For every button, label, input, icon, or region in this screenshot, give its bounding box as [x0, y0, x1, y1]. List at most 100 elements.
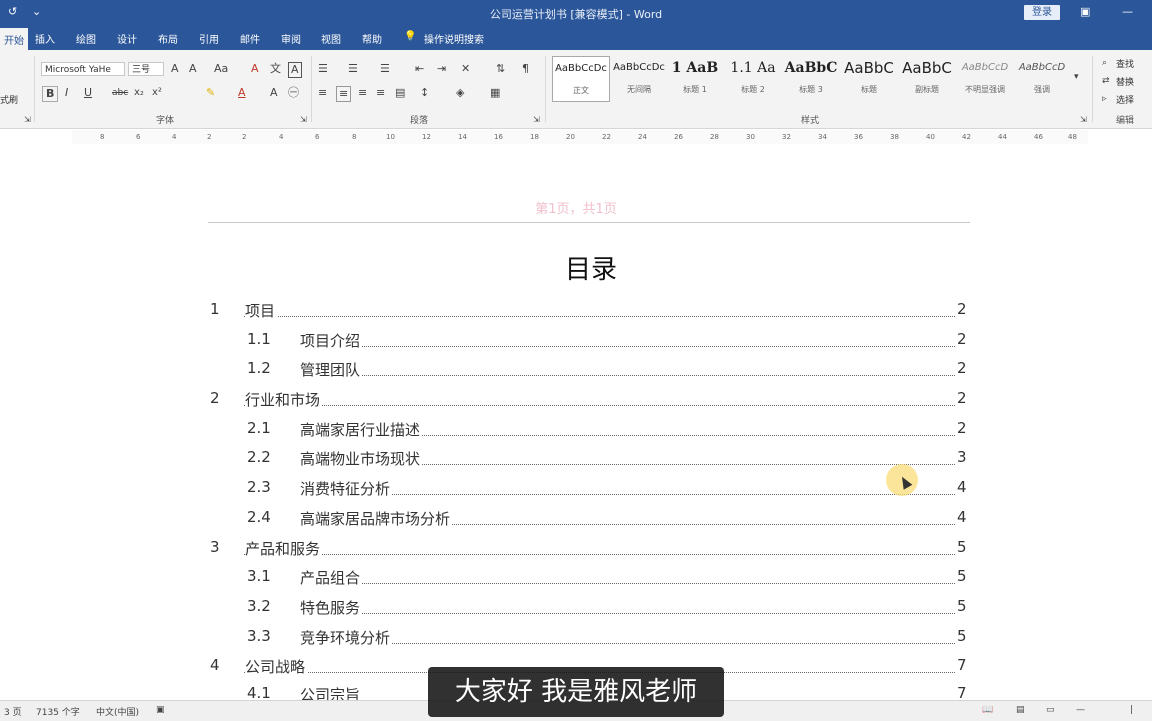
bullets-icon[interactable]: ☰ — [318, 62, 328, 76]
line-spacing-icon[interactable]: ↕ — [420, 86, 429, 100]
tab-draw[interactable]: 绘图 — [76, 31, 96, 46]
decrease-indent-icon[interactable]: ⇤ — [415, 62, 424, 76]
toc-entry[interactable]: 2.2 高端物业市场现状 3 — [0, 448, 1152, 472]
highlight-icon[interactable]: ✎ — [206, 86, 215, 100]
toc-entry[interactable]: 2 行业和市场 2 — [0, 389, 1152, 413]
style-tile-normal[interactable]: AaBbCcDc 正文 — [552, 56, 610, 102]
toc-entry[interactable]: 3.3 竞争环境分析 5 — [0, 627, 1152, 651]
tab-review[interactable]: 审阅 — [281, 31, 301, 46]
lightbulb-icon: 💡 — [404, 31, 417, 42]
ruler-tick: 6 — [315, 133, 320, 141]
enclose-characters-icon[interactable]: ㊀ — [288, 86, 299, 100]
superscript-button[interactable]: x² — [152, 86, 162, 100]
subscript-button[interactable]: x₂ — [134, 86, 144, 100]
style-tile-no-spacing[interactable]: AaBbCcDc 无间隔 — [611, 56, 667, 100]
tab-design[interactable]: 设计 — [117, 31, 137, 46]
distributed-icon[interactable]: ▤ — [395, 86, 405, 100]
shrink-font-icon[interactable]: A — [189, 62, 197, 76]
styles-launcher-icon[interactable]: ⇲ — [1080, 113, 1087, 127]
toc-entry[interactable]: 2.1 高端家居行业描述 2 — [0, 419, 1152, 443]
multilevel-list-icon[interactable]: ☰ — [380, 62, 390, 76]
language-indicator[interactable]: 中文(中国) — [96, 705, 139, 718]
underline-button[interactable]: U — [84, 86, 92, 100]
toc-title: 目录 — [564, 255, 617, 285]
font-launcher-icon[interactable]: ⇲ — [300, 113, 307, 127]
clipboard-launcher-icon[interactable]: ⇲ — [24, 113, 31, 127]
character-shading-icon[interactable]: A — [270, 86, 278, 100]
horizontal-ruler[interactable]: 8 6 4 2 2 4 6 8 10 12 14 16 18 20 22 24 … — [72, 130, 1088, 144]
toc-entry[interactable]: 1 项目 2 — [0, 300, 1152, 324]
font-color-icon[interactable]: A — [238, 86, 246, 100]
clear-formatting-icon[interactable]: A — [251, 62, 259, 76]
ribbon-display-icon[interactable]: ▣ — [1080, 5, 1090, 18]
styles-scroll-icon[interactable]: ▾ — [1074, 70, 1079, 84]
font-name-select[interactable]: Microsoft YaHe — [41, 62, 125, 76]
toc-entry[interactable]: 2.3 消费特征分析 4 — [0, 478, 1152, 502]
select-button[interactable]: 选择 — [1116, 93, 1134, 106]
tab-layout[interactable]: 布局 — [158, 31, 178, 46]
read-mode-icon[interactable]: 📖 — [982, 705, 993, 715]
web-layout-icon[interactable]: ▭ — [1046, 705, 1055, 715]
word-count[interactable]: 7135 个字 — [36, 705, 80, 718]
ruler-tick: 12 — [422, 133, 431, 141]
toc-entry[interactable]: 3.2 特色服务 5 — [0, 597, 1152, 621]
strikethrough-button[interactable]: abc — [112, 86, 128, 100]
style-tile-emphasis[interactable]: AaBbCcD 强调 — [1014, 56, 1070, 100]
find-button[interactable]: 查找 — [1116, 57, 1134, 70]
increase-indent-icon[interactable]: ⇥ — [437, 62, 446, 76]
macro-icon[interactable]: ▣ — [156, 705, 165, 715]
style-tile-subtitle[interactable]: AaBbC 副标题 — [899, 56, 955, 100]
shading-icon[interactable]: ◈ — [456, 86, 464, 100]
page-count[interactable]: 3 页 — [4, 705, 22, 718]
change-case-icon[interactable]: Aa — [214, 62, 228, 76]
find-icon[interactable]: ⌕ — [1102, 56, 1107, 70]
bold-button[interactable]: B — [42, 86, 59, 102]
grow-font-icon[interactable]: A — [171, 62, 179, 76]
select-icon[interactable]: ▹ — [1102, 92, 1107, 106]
ruler-tick: 40 — [926, 133, 935, 141]
style-tile-heading1[interactable]: 1 AaB 标题 1 — [667, 56, 723, 100]
replace-icon[interactable]: ⇄ — [1102, 74, 1110, 88]
paragraph-launcher-icon[interactable]: ⇲ — [533, 113, 540, 127]
zoom-out-icon[interactable]: — — [1076, 705, 1085, 715]
align-right-icon[interactable]: ≡ — [358, 86, 367, 100]
toc-entry[interactable]: 3 产品和服务 5 — [0, 538, 1152, 562]
ruler-tick: 28 — [710, 133, 719, 141]
document-page[interactable]: 第1页，共1页 目录 1 项目 2 1.1 项目介绍 2 1.2 管理团队 2 … — [0, 145, 1152, 705]
phonetic-guide-icon[interactable]: 文 — [270, 62, 281, 76]
tab-references[interactable]: 引用 — [199, 31, 219, 46]
print-layout-icon[interactable]: ▤ — [1016, 705, 1025, 715]
font-size-select[interactable]: 三号 — [128, 62, 164, 76]
style-tile-heading2[interactable]: 1.1 Aa 标题 2 — [725, 56, 781, 100]
style-tile-subtle-emphasis[interactable]: AaBbCcD 不明显强调 — [957, 56, 1013, 100]
tab-mailings[interactable]: 邮件 — [240, 31, 260, 46]
sort-icon[interactable]: ⇅ — [496, 62, 505, 76]
tab-insert[interactable]: 插入 — [35, 31, 55, 46]
align-left-icon[interactable]: ≡ — [318, 86, 327, 100]
style-tile-heading3[interactable]: AaBbC 标题 3 — [783, 56, 839, 100]
toc-entry[interactable]: 3.1 产品组合 5 — [0, 567, 1152, 591]
justify-icon[interactable]: ≡ — [376, 86, 385, 100]
zoom-slider[interactable]: | — [1130, 705, 1133, 715]
ruler-tick: 38 — [890, 133, 899, 141]
minimize-icon[interactable]: — — [1122, 5, 1133, 18]
numbering-icon[interactable]: ☰ — [348, 62, 358, 76]
login-button[interactable]: 登录 — [1024, 5, 1060, 20]
format-painter-button[interactable]: 式刷 — [0, 93, 18, 106]
tab-view[interactable]: 视图 — [321, 31, 341, 46]
italic-button[interactable]: I — [65, 86, 68, 100]
tab-help[interactable]: 帮助 — [362, 31, 382, 46]
toc-entry[interactable]: 1.2 管理团队 2 — [0, 359, 1152, 383]
style-tile-title[interactable]: AaBbC 标题 — [841, 56, 897, 100]
toc-entry[interactable]: 1.1 项目介绍 2 — [0, 330, 1152, 354]
tell-me-search[interactable]: 操作说明搜索 — [424, 31, 484, 46]
borders-icon[interactable]: ▦ — [490, 86, 500, 100]
toc-entry[interactable]: 2.4 高端家居品牌市场分析 4 — [0, 508, 1152, 532]
replace-button[interactable]: 替换 — [1116, 75, 1134, 88]
ruler-tick: 42 — [962, 133, 971, 141]
tab-home[interactable]: 开始 — [0, 28, 28, 52]
asian-layout-icon[interactable]: ✕ — [461, 62, 470, 76]
character-border-icon[interactable]: A — [288, 62, 302, 78]
show-marks-icon[interactable]: ¶ — [522, 62, 529, 76]
align-center-icon[interactable]: ≡ — [336, 86, 352, 102]
